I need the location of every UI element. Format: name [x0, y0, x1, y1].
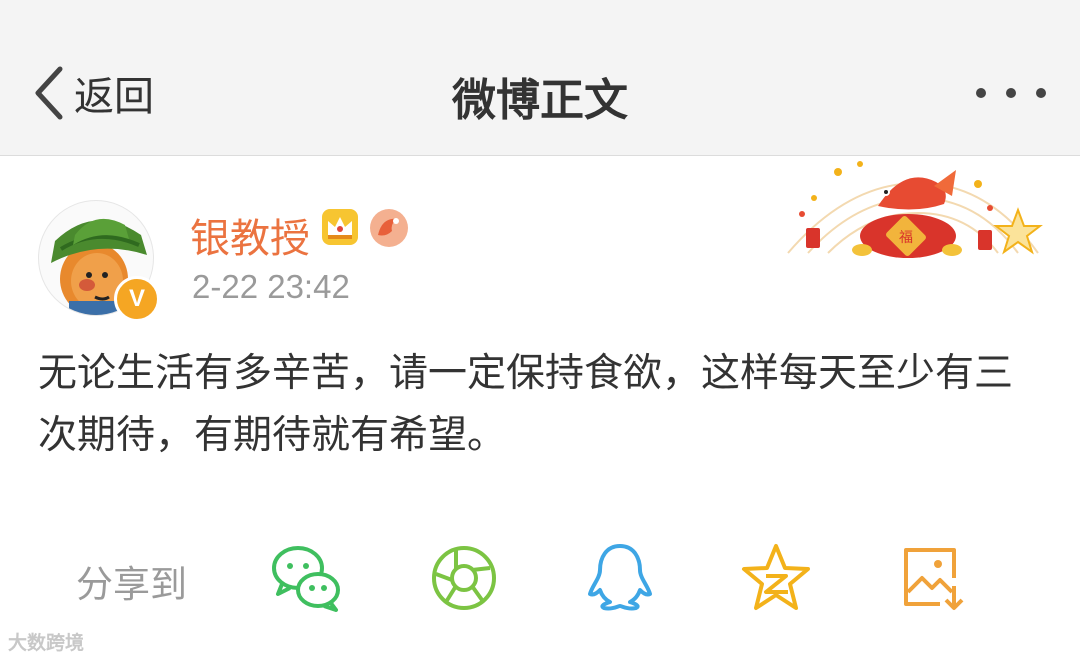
- share-bar: 分享到: [0, 540, 1080, 620]
- save-image-icon: [904, 548, 964, 610]
- share-label: 分享到: [76, 563, 187, 606]
- fan-icon: [370, 209, 408, 247]
- save-image-button[interactable]: [896, 540, 972, 616]
- share-qq-button[interactable]: [582, 540, 658, 616]
- verified-badge: V: [114, 276, 160, 322]
- navbar: 返回 微博正文: [0, 0, 1080, 156]
- post-text: 无论生活有多辛苦，请一定保持食欲，这样每天至少有三次期待，有期待就有希望。: [38, 351, 1014, 458]
- new-year-koi-fish-banner: 福: [787, 161, 1043, 258]
- more-dots-icon[interactable]: [976, 78, 1046, 108]
- qq-icon: [588, 544, 652, 611]
- watermark: 大数跨境: [8, 632, 85, 654]
- page-title: 微博正文: [452, 75, 628, 126]
- svg-text:福: 福: [899, 230, 913, 246]
- post-timestamp: 2-22 23:42: [192, 268, 350, 305]
- share-qzone-button[interactable]: [738, 540, 814, 616]
- moments-icon: [432, 546, 496, 610]
- wechat-icon: [272, 546, 340, 612]
- author-name[interactable]: 银教授: [190, 206, 310, 264]
- crown-icon: [322, 209, 358, 245]
- share-moments-button[interactable]: [426, 540, 502, 616]
- share-wechat-button[interactable]: [268, 540, 344, 616]
- qzone-icon: [742, 544, 810, 610]
